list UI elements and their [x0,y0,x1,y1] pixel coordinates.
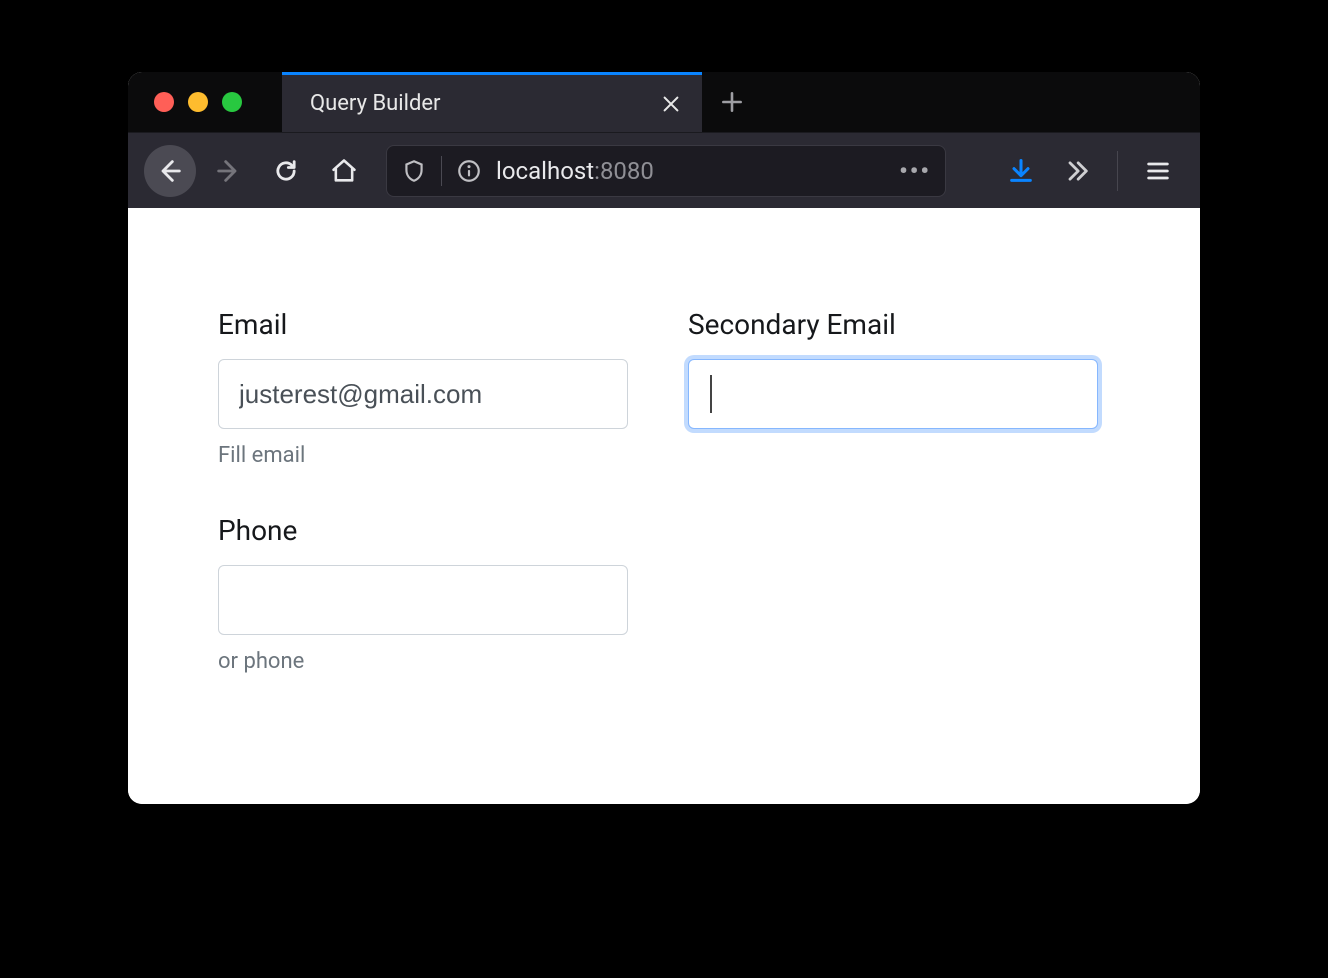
email-hint: Fill email [218,443,628,468]
url-bar[interactable]: localhost:8080 ••• [386,145,946,197]
email-label: Email [218,308,628,341]
overflow-button[interactable] [1051,145,1103,197]
app-menu-button[interactable] [1132,145,1184,197]
tab-close-button[interactable] [660,93,682,115]
reload-button[interactable] [260,145,312,197]
downloads-button[interactable] [995,145,1047,197]
titlebar: Query Builder [128,72,1200,132]
site-info-button[interactable] [456,158,482,184]
window-controls [128,92,282,112]
reload-icon [272,157,300,185]
page-actions-button[interactable]: ••• [899,157,931,185]
new-tab-button[interactable] [702,72,762,132]
forward-button[interactable] [202,145,254,197]
tracking-protection-icon[interactable] [401,158,427,184]
email-field-group: Email Fill email [218,308,628,468]
page-content: Email Fill email Secondary Email Phone o… [128,208,1200,804]
hamburger-icon [1144,157,1172,185]
phone-hint: or phone [218,649,628,674]
secondary-email-label: Secondary Email [688,308,1098,341]
url-port: :8080 [594,157,654,185]
window-minimize-button[interactable] [188,92,208,112]
url-host: localhost [496,157,594,185]
separator [1117,151,1118,191]
secondary-email-input[interactable] [688,359,1098,429]
toolbar-right [995,145,1184,197]
plus-icon [719,89,745,115]
tab-strip: Query Builder [282,72,1200,132]
chevron-double-right-icon [1063,157,1091,185]
window-maximize-button[interactable] [222,92,242,112]
arrow-left-icon [156,157,184,185]
secondary-email-field-group: Secondary Email [688,308,1098,429]
back-button[interactable] [144,145,196,197]
tab-title: Query Builder [310,91,441,116]
window-close-button[interactable] [154,92,174,112]
phone-label: Phone [218,514,628,547]
navbar: localhost:8080 ••• [128,132,1200,208]
url-text: localhost:8080 [496,157,654,185]
phone-input[interactable] [218,565,628,635]
tab-active[interactable]: Query Builder [282,72,702,132]
browser-window: Query Builder [128,72,1200,804]
email-input[interactable] [218,359,628,429]
home-icon [330,157,358,185]
arrow-right-icon [214,157,242,185]
form: Email Fill email Secondary Email Phone o… [218,308,1110,674]
shield-icon [401,158,427,184]
info-icon [456,158,482,184]
home-button[interactable] [318,145,370,197]
separator [441,156,442,186]
download-icon [1007,157,1035,185]
close-icon [660,93,682,115]
phone-field-group: Phone or phone [218,514,628,674]
